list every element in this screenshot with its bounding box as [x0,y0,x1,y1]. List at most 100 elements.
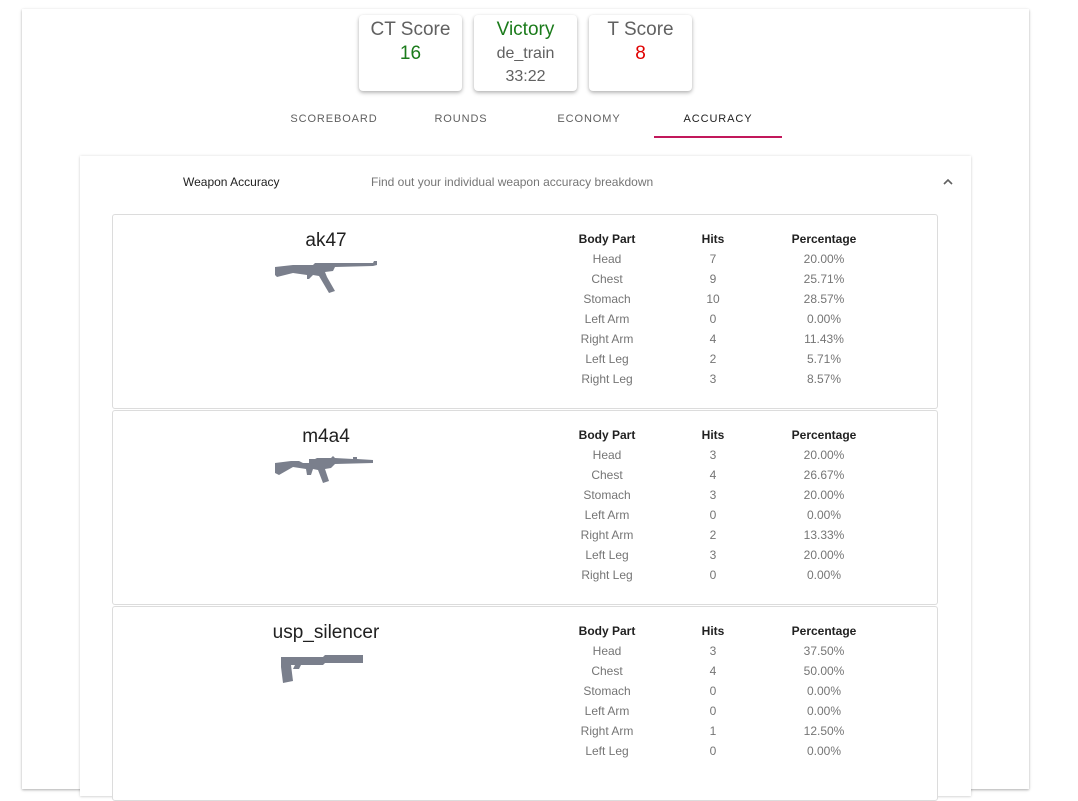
weapon-card-ak47: ak47 Body Part Hits Percentage Head 7 20.0… [112,214,938,409]
body-part-cell: Head [592,252,622,266]
body-part-cell: Stomach [583,684,631,698]
weapon-name: ak47 [305,230,347,251]
body-part-cell: Stomach [583,292,631,306]
body-part-cell: Chest [591,664,623,678]
chevron-up-icon[interactable] [940,174,956,190]
hits-cell: 3 [709,644,717,658]
table-row: Head 3 37.50% [553,641,883,661]
percentage-cell: 0.00% [806,684,842,698]
table-row: Stomach 10 28.57% [553,289,883,309]
header-percentage: Percentage [791,428,857,442]
percentage-cell: 28.57% [803,292,845,306]
hits-cell: 3 [709,548,717,562]
percentage-cell: 20.00% [803,252,845,266]
percentage-cell: 0.00% [806,568,842,582]
percentage-cell: 0.00% [806,744,842,758]
body-part-cell: Right Arm [580,332,634,346]
usp-pistol-icon [273,651,383,691]
hits-cell: 3 [709,488,717,502]
t-score-label: T Score [607,19,674,40]
table-row: Right Leg 3 8.57% [553,369,883,389]
table-row: Left Leg 2 5.71% [553,349,883,369]
table-row: Chest 9 25.71% [553,269,883,289]
table-row: Stomach 3 20.00% [553,485,883,505]
table-row: Left Arm 0 0.00% [553,701,883,721]
ct-score-value: 16 [399,43,422,64]
m4a4-rifle-icon [273,455,383,495]
table-row: Left Leg 3 20.00% [553,545,883,565]
weapon-name: m4a4 [302,426,350,447]
body-part-cell: Stomach [583,488,631,502]
header-body-part: Body Part [578,624,636,638]
hits-cell: 4 [709,332,717,346]
table-row: Chest 4 50.00% [553,661,883,681]
hits-cell: 4 [709,468,717,482]
panel-description: Find out your individual weapon accuracy… [371,175,654,189]
percentage-cell: 0.00% [806,312,842,326]
ct-score-card: CT Score 16 [359,15,462,91]
header-percentage: Percentage [791,624,857,638]
hits-cell: 2 [709,352,717,366]
weapon-card-usp_silencer: usp_silencer Body Part Hits Percentage H… [112,606,938,801]
header-body-part: Body Part [578,428,636,442]
percentage-cell: 12.50% [803,724,845,738]
table-row: Left Arm 0 0.00% [553,309,883,329]
body-part-cell: Right Leg [581,372,633,386]
panel-title: Weapon Accuracy [183,175,280,189]
result-card: Victory de_train 33:22 [474,15,577,91]
body-part-cell: Head [592,448,622,462]
table-row: Stomach 0 0.00% [553,681,883,701]
hits-cell: 0 [709,508,717,522]
table-row: Head 7 20.00% [553,249,883,269]
tab-economy[interactable]: ECONOMY [525,100,653,137]
body-part-cell: Right Arm [580,724,634,738]
table-row: Head 3 20.00% [553,445,883,465]
hits-cell: 0 [709,312,717,326]
body-part-cell: Left Leg [585,548,629,562]
body-part-cell: Left Arm [584,312,630,326]
hits-cell: 10 [706,292,720,306]
body-part-cell: Left Leg [585,744,629,758]
result-label: Victory [496,19,555,40]
tab-rounds[interactable]: ROUNDS [397,100,525,137]
panel-header[interactable]: Weapon Accuracy Find out your individual… [80,156,971,208]
percentage-cell: 25.71% [803,272,845,286]
table-row: Right Leg 0 0.00% [553,565,883,585]
table-header-row: Body Part Hits Percentage [553,425,883,445]
hits-cell: 2 [709,528,717,542]
weapon-name: usp_silencer [272,622,380,643]
ct-score-label: CT Score [370,19,451,40]
hits-cell: 4 [709,664,717,678]
tab-accuracy[interactable]: ACCURACY [654,100,782,137]
percentage-cell: 20.00% [803,548,845,562]
body-part-cell: Head [592,644,622,658]
body-part-cell: Left Leg [585,352,629,366]
table-row: Left Leg 0 0.00% [553,741,883,761]
map-name: de_train [496,45,555,62]
table-row: Right Arm 4 11.43% [553,329,883,349]
active-tab-indicator [654,136,782,138]
body-part-cell: Left Arm [584,508,630,522]
hits-cell: 3 [709,372,717,386]
hits-cell: 0 [709,568,717,582]
percentage-cell: 37.50% [803,644,845,658]
table-header-row: Body Part Hits Percentage [553,621,883,641]
percentage-cell: 26.67% [803,468,845,482]
table-row: Left Arm 0 0.00% [553,505,883,525]
tab-scoreboard[interactable]: SCOREBOARD [270,100,398,137]
hits-cell: 0 [709,684,717,698]
match-duration: 33:22 [505,68,546,85]
percentage-cell: 8.57% [806,372,842,386]
table-row: Right Arm 1 12.50% [553,721,883,741]
percentage-cell: 0.00% [806,704,842,718]
table-row: Right Arm 2 13.33% [553,525,883,545]
hits-cell: 7 [709,252,717,266]
t-score-card: T Score 8 [589,15,692,91]
body-part-cell: Left Arm [584,704,630,718]
header-hits: Hits [701,428,725,442]
header-percentage: Percentage [791,232,857,246]
header-body-part: Body Part [578,232,636,246]
accuracy-table: Body Part Hits Percentage Head 7 20.00% Che… [553,229,883,389]
percentage-cell: 5.71% [806,352,842,366]
hits-cell: 0 [709,744,717,758]
